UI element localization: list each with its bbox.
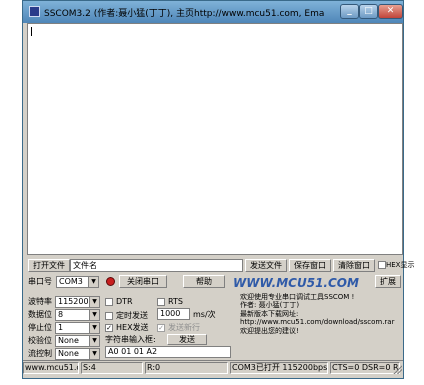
baud-value: 115200 — [58, 297, 89, 306]
rts-checkbox[interactable] — [157, 298, 165, 306]
data-bits-select[interactable]: 8 ▼ — [55, 309, 100, 321]
send-newline-label: 发送新行 — [168, 323, 200, 332]
save-window-button[interactable]: 保存窗口 — [289, 259, 331, 272]
info-line: 作者: 聂小猛(丁丁) — [240, 301, 300, 310]
open-file-button[interactable]: 打开文件 — [28, 259, 70, 272]
string-input[interactable]: A0 01 01 A2 — [105, 346, 231, 358]
info-link[interactable]: http://www.mcu51.com/download/sscom.rar — [240, 318, 402, 326]
status-bar: www.mcu51.cor S:4 R:0 COM3已打开 115200bps … — [23, 360, 403, 375]
chevron-down-icon: ▼ — [89, 349, 99, 359]
chevron-down-icon: ▼ — [89, 323, 99, 333]
app-icon — [29, 6, 40, 17]
status-signals: CTS=0 DSR=0 RLSD — [330, 362, 400, 374]
data-bits-label: 数据位 — [28, 310, 52, 319]
hex-display-checkbox[interactable] — [378, 261, 386, 269]
receive-output-area[interactable] — [27, 23, 403, 255]
baud-select[interactable]: 115200 ▼ — [55, 296, 100, 308]
timed-send-checkbox[interactable] — [105, 312, 113, 320]
status-port-state: COM3已打开 115200bps — [230, 362, 328, 374]
port-value: COM3 — [59, 277, 83, 286]
chevron-down-icon: ▼ — [89, 336, 99, 346]
stop-bits-select[interactable]: 1 ▼ — [55, 322, 100, 334]
text-cursor — [31, 27, 32, 36]
close-port-button[interactable]: 关闭串口 — [119, 275, 167, 288]
status-received-count: R:0 — [145, 362, 228, 374]
port-label: 串口号 — [28, 277, 52, 286]
send-file-button[interactable]: 发送文件 — [245, 259, 287, 272]
title-bar[interactable]: SSCOM3.2 (作者:聂小猛(丁丁), 主页http://www.mcu51… — [23, 1, 403, 23]
hex-display-label: HEX显示 — [386, 261, 415, 269]
interval-unit-label: ms/次 — [193, 310, 216, 319]
stop-bits-label: 停止位 — [28, 323, 52, 332]
maximize-button[interactable]: □ — [359, 4, 378, 19]
parity-value: None — [58, 336, 79, 345]
window-title: SSCOM3.2 (作者:聂小猛(丁丁), 主页http://www.mcu51… — [44, 9, 324, 19]
help-button[interactable]: 帮助 — [183, 275, 225, 288]
status-sent-count: S:4 — [81, 362, 143, 374]
dtr-label: DTR — [116, 297, 133, 306]
parity-select[interactable]: None ▼ — [55, 335, 100, 347]
dtr-checkbox[interactable] — [105, 298, 113, 306]
record-indicator-icon — [106, 277, 115, 286]
minimize-button[interactable]: _ — [340, 4, 359, 19]
resize-grip-icon[interactable] — [393, 365, 402, 374]
info-line: 最新版本下载网址: — [240, 309, 299, 318]
info-panel: 欢迎使用专业串口调试工具SSCOM ! 作者: 聂小猛(丁丁) 最新版本下载网址… — [240, 293, 402, 341]
info-line: 欢迎提出您的建议! — [240, 326, 299, 335]
baud-label: 波特率 — [28, 297, 52, 306]
chevron-down-icon: ▼ — [88, 277, 98, 287]
parity-label: 校验位 — [28, 336, 52, 345]
chevron-down-icon: ▼ — [89, 297, 99, 307]
send-button[interactable]: 发送 — [167, 334, 207, 345]
hex-send-checkbox[interactable]: ✓ — [105, 324, 113, 332]
site-logo: WWW.MCU51.COM — [233, 276, 359, 290]
flow-control-label: 流控制 — [28, 349, 52, 358]
interval-input[interactable]: 1000 — [157, 308, 190, 320]
app-window: SSCOM3.2 (作者:聂小猛(丁丁), 主页http://www.mcu51… — [22, 0, 414, 379]
rts-label: RTS — [168, 297, 183, 306]
string-input-label: 字符串输入框: — [105, 335, 156, 344]
close-button[interactable]: ✕ — [378, 4, 403, 19]
flow-control-select[interactable]: None ▼ — [55, 348, 100, 360]
data-bits-value: 8 — [58, 310, 64, 319]
chevron-down-icon: ▼ — [89, 310, 99, 320]
send-newline-checkbox[interactable]: ✓ — [157, 324, 165, 332]
expand-button[interactable]: 扩展 — [375, 275, 401, 288]
flow-control-value: None — [58, 349, 79, 358]
stop-bits-value: 1 — [58, 323, 64, 332]
clear-window-button[interactable]: 清除窗口 — [333, 259, 375, 272]
status-site: www.mcu51.cor — [23, 362, 79, 374]
port-select[interactable]: COM3 ▼ — [56, 276, 99, 288]
filename-field[interactable]: 文件名 — [70, 259, 243, 272]
